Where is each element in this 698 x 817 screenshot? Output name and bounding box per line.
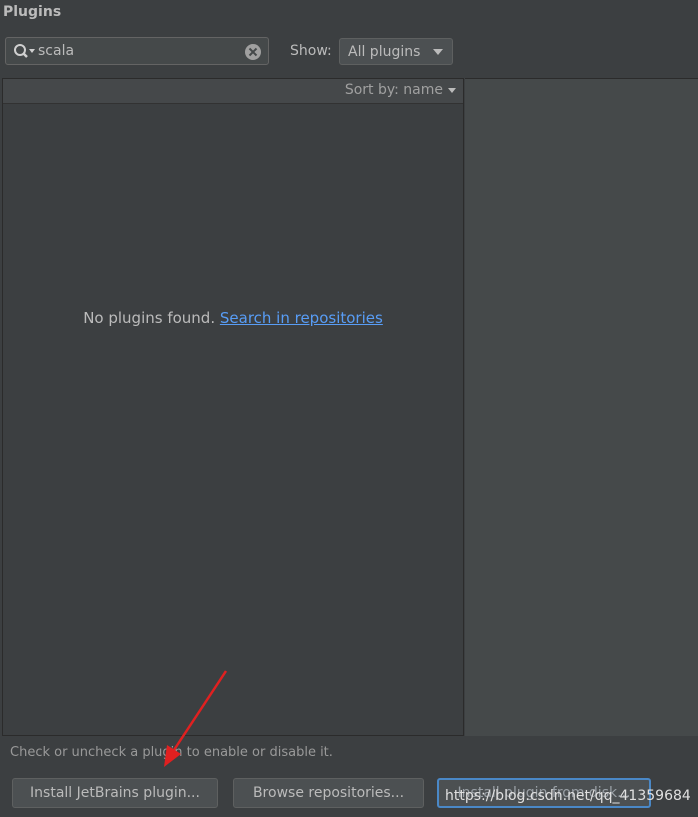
plugin-details-panel bbox=[465, 78, 698, 736]
clear-icon[interactable] bbox=[244, 43, 262, 61]
hint-text: Check or uncheck a plugin to enable or d… bbox=[10, 745, 333, 760]
empty-state: No plugins found. Search in repositories bbox=[3, 309, 463, 327]
show-filter-value: All plugins bbox=[348, 44, 421, 60]
chevron-down-icon bbox=[433, 49, 443, 55]
show-label: Show: bbox=[290, 43, 332, 59]
show-filter-dropdown[interactable]: All plugins bbox=[339, 38, 453, 65]
plugin-list[interactable]: Sort by: name No plugins found. Search i… bbox=[2, 78, 464, 736]
search-input[interactable]: scala bbox=[38, 43, 74, 59]
empty-text: No plugins found. bbox=[83, 309, 216, 327]
page-title: Plugins bbox=[3, 4, 62, 20]
browse-repositories-button[interactable]: Browse repositories... bbox=[233, 778, 424, 808]
search-in-repositories-link[interactable]: Search in repositories bbox=[220, 309, 383, 327]
search-icon[interactable] bbox=[13, 43, 37, 61]
install-jetbrains-plugin-button[interactable]: Install JetBrains plugin... bbox=[12, 778, 218, 808]
search-field[interactable]: scala bbox=[5, 37, 269, 65]
watermark-url: https://blog.csdn.net/qq_41359684 bbox=[445, 788, 691, 804]
sort-label[interactable]: Sort by: name bbox=[345, 82, 443, 98]
sort-chevron-icon[interactable] bbox=[448, 88, 456, 93]
sort-bar[interactable]: Sort by: name bbox=[3, 79, 463, 104]
